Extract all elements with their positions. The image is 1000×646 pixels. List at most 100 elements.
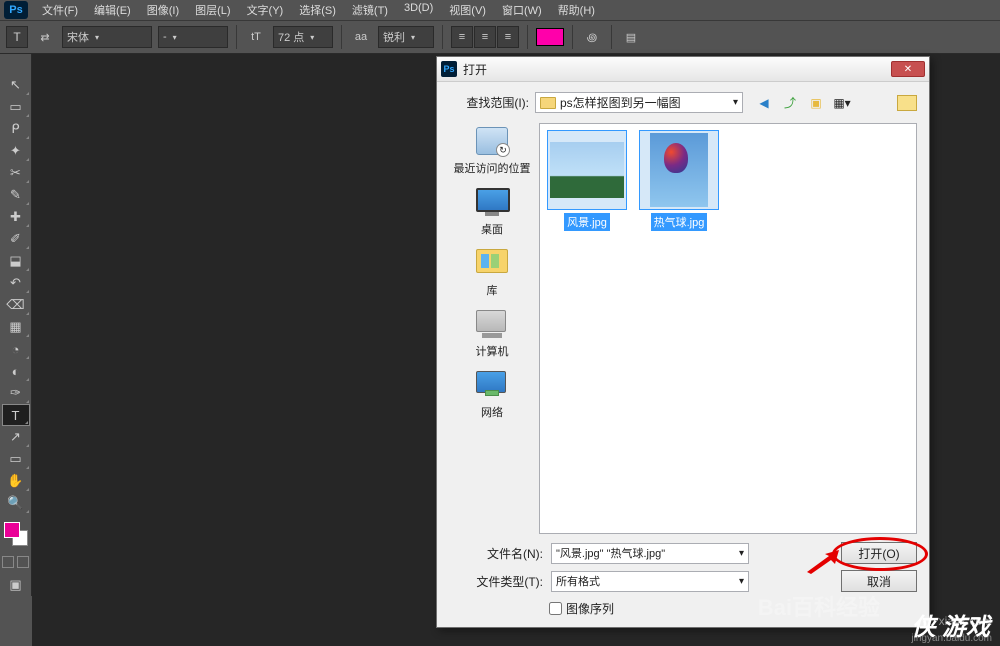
dialog-titlebar: Ps 打开 ✕ bbox=[437, 57, 929, 82]
watermark-site: xiayx.com bbox=[939, 614, 992, 628]
close-icon[interactable]: ✕ bbox=[891, 61, 925, 77]
zoom-tool[interactable]: 🔍 bbox=[2, 492, 30, 514]
menu-item[interactable]: 图像(I) bbox=[139, 2, 187, 18]
place-recent[interactable]: ↻最近访问的位置 bbox=[454, 127, 531, 176]
anti-alias-value: 锐利 bbox=[383, 29, 405, 45]
thumbnail-image bbox=[550, 142, 624, 198]
up-icon[interactable]: ⤴ bbox=[781, 94, 799, 112]
foreground-color[interactable] bbox=[4, 522, 20, 538]
dialog-title: 打开 bbox=[463, 61, 891, 78]
ps-icon: Ps bbox=[441, 61, 457, 77]
menu-item[interactable]: 视图(V) bbox=[441, 2, 494, 18]
menu-bar: Ps 文件(F)编辑(E)图像(I)图层(L)文字(Y)选择(S)滤镜(T)3D… bbox=[0, 0, 1000, 20]
font-size-icon: tT bbox=[245, 26, 267, 48]
filename-label: 文件名(N): bbox=[463, 545, 543, 562]
menu-item[interactable]: 3D(D) bbox=[396, 2, 441, 18]
menu-item[interactable]: 窗口(W) bbox=[494, 2, 550, 18]
menu-item[interactable]: 文件(F) bbox=[34, 2, 86, 18]
stamp-tool[interactable]: ⬓ bbox=[2, 250, 30, 272]
text-color-swatch[interactable] bbox=[536, 28, 564, 46]
font-family-value: 宋体 bbox=[67, 29, 89, 45]
place-desktop[interactable]: 桌面 bbox=[476, 188, 508, 237]
recent-icon: ↻ bbox=[476, 127, 508, 157]
marquee-tool[interactable]: ▭ bbox=[2, 96, 30, 118]
open-button[interactable]: 打开(O) bbox=[841, 542, 917, 564]
place-network[interactable]: 网络 bbox=[476, 371, 508, 420]
view-menu-icon[interactable]: ▦▾ bbox=[833, 94, 851, 112]
font-family-dropdown[interactable]: 宋体▾ bbox=[62, 26, 152, 48]
font-style-value: - bbox=[163, 31, 167, 43]
font-size-value: 72 点 bbox=[278, 29, 304, 45]
font-size-dropdown[interactable]: 72 点▾ bbox=[273, 26, 333, 48]
align-left-button[interactable]: ≡ bbox=[451, 26, 473, 48]
rectangle-tool[interactable]: ▭ bbox=[2, 448, 30, 470]
filename-value: "风景.jpg" "热气球.jpg" bbox=[556, 545, 665, 561]
tool-preset[interactable]: T bbox=[6, 26, 28, 48]
filename-combo[interactable]: "风景.jpg" "热气球.jpg" ▾ bbox=[551, 543, 749, 564]
watermark-url: jingyan.baidu.com bbox=[911, 633, 992, 644]
filetype-value: 所有格式 bbox=[556, 573, 600, 589]
back-icon[interactable]: ◀ bbox=[755, 94, 773, 112]
file-label: 热气球.jpg bbox=[651, 213, 708, 231]
place-computer[interactable]: 计算机 bbox=[476, 310, 509, 359]
cancel-button[interactable]: 取消 bbox=[841, 570, 917, 592]
blur-tool[interactable]: ◔ bbox=[2, 338, 30, 360]
toggle-orientation-icon[interactable]: ⇄ bbox=[34, 26, 56, 48]
menu-item[interactable]: 帮助(H) bbox=[550, 2, 603, 18]
filetype-label: 文件类型(T): bbox=[463, 573, 543, 590]
file-landscape[interactable]: 风景.jpg bbox=[546, 130, 628, 231]
new-folder-icon[interactable]: ▣ bbox=[807, 94, 825, 112]
anti-alias-dropdown[interactable]: 锐利▾ bbox=[378, 26, 434, 48]
lasso-tool[interactable]: ᑭ bbox=[2, 118, 30, 140]
eyedropper-tool[interactable]: ✎ bbox=[2, 184, 30, 206]
font-style-dropdown[interactable]: -▾ bbox=[158, 26, 228, 48]
character-panel-icon[interactable]: ▤ bbox=[620, 26, 642, 48]
align-center-button[interactable]: ≡ bbox=[474, 26, 496, 48]
file-balloon[interactable]: 热气球.jpg bbox=[638, 130, 720, 231]
toolbox: ↖▭ᑭ✦✂✎✚✐⬓↶⌫▦◔◐✑T↗▭✋🔍 ▣ bbox=[0, 54, 32, 596]
computer-icon bbox=[476, 310, 508, 340]
folder-icon bbox=[540, 97, 556, 109]
crop-tool[interactable]: ✂ bbox=[2, 162, 30, 184]
lookin-label: 查找范围(I): bbox=[449, 94, 529, 111]
sequence-label: 图像序列 bbox=[566, 600, 614, 617]
standard-mode-icon[interactable] bbox=[2, 556, 14, 568]
history-brush-tool[interactable]: ↶ bbox=[2, 272, 30, 294]
quick-mask-mode-icon[interactable] bbox=[17, 556, 29, 568]
hand-tool[interactable]: ✋ bbox=[2, 470, 30, 492]
desktop-icon bbox=[476, 188, 508, 218]
eraser-tool[interactable]: ⌫ bbox=[2, 294, 30, 316]
sequence-checkbox[interactable] bbox=[549, 602, 562, 615]
gradient-tool[interactable]: ▦ bbox=[2, 316, 30, 338]
menu-item[interactable]: 图层(L) bbox=[187, 2, 238, 18]
image-size-icon[interactable] bbox=[897, 95, 917, 111]
dodge-tool[interactable]: ◐ bbox=[2, 360, 30, 382]
options-bar: T ⇄ 宋体▾ -▾ tT 72 点▾ aa 锐利▾ ≡ ≡ ≡ ꩜ ▤ bbox=[0, 20, 1000, 54]
menu-item[interactable]: 选择(S) bbox=[291, 2, 344, 18]
place-libraries[interactable]: 库 bbox=[476, 249, 508, 298]
menu-item[interactable]: 滤镜(T) bbox=[344, 2, 396, 18]
brush-tool[interactable]: ✐ bbox=[2, 228, 30, 250]
pen-tool[interactable]: ✑ bbox=[2, 382, 30, 404]
type-tool[interactable]: T bbox=[2, 404, 30, 426]
lookin-dropdown[interactable]: ps怎样抠图到另一幅图 ▾ bbox=[535, 92, 743, 113]
quick-select-tool[interactable]: ✦ bbox=[2, 140, 30, 162]
menu-item[interactable]: 编辑(E) bbox=[86, 2, 139, 18]
libraries-icon bbox=[476, 249, 508, 279]
filetype-combo[interactable]: 所有格式 ▾ bbox=[551, 571, 749, 592]
healing-tool[interactable]: ✚ bbox=[2, 206, 30, 228]
places-bar: ↻最近访问的位置桌面库计算机网络 bbox=[449, 123, 535, 534]
menu-item[interactable]: 文字(Y) bbox=[239, 2, 292, 18]
file-list[interactable]: 风景.jpg 热气球.jpg bbox=[539, 123, 917, 534]
edit-mode-group bbox=[0, 556, 31, 568]
align-right-button[interactable]: ≡ bbox=[497, 26, 519, 48]
anti-alias-icon: aa bbox=[350, 26, 372, 48]
color-swatches[interactable] bbox=[0, 520, 31, 550]
file-label: 风景.jpg bbox=[564, 213, 610, 231]
open-dialog: Ps 打开 ✕ 查找范围(I): ps怎样抠图到另一幅图 ▾ ◀ ⤴ ▣ ▦▾ … bbox=[436, 56, 930, 628]
warp-text-icon[interactable]: ꩜ bbox=[581, 26, 603, 48]
move-tool[interactable]: ↖ bbox=[2, 74, 30, 96]
watermark-baidu: Bai百科经验 bbox=[758, 590, 880, 622]
screen-mode-icon[interactable]: ▣ bbox=[2, 574, 30, 596]
path-select-tool[interactable]: ↗ bbox=[2, 426, 30, 448]
